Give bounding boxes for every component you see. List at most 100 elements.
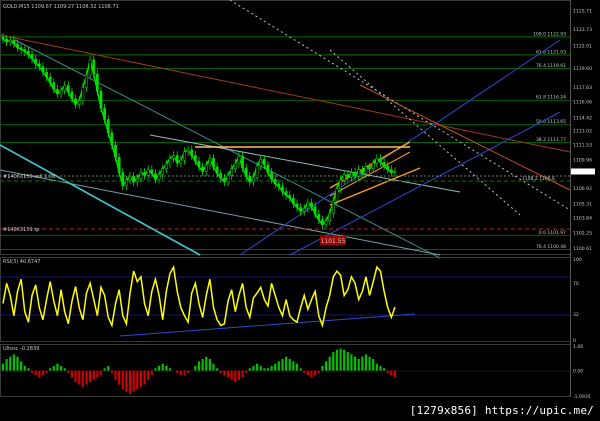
ultosc-axis-tick-label: -1.0935 (573, 394, 591, 400)
candle-body (215, 166, 219, 174)
candle-body (339, 179, 342, 189)
candle-body (70, 91, 74, 99)
candle-body (223, 177, 226, 183)
trendline-dotted-lower[interactable] (329, 49, 521, 216)
candle-body (59, 89, 63, 95)
panel-frames (0, 0, 571, 397)
candle-body (103, 107, 106, 120)
price-axis-tick-label: 1109.96 (573, 157, 592, 163)
order-sell-label: #14063159 sell 1.00 (3, 174, 55, 180)
trading-terminal-window: 100.0 1122.93 61.8 1121.03 76.4 1119.61 61.… (0, 0, 600, 421)
price-axis-tick-label: 1116.06 (573, 100, 592, 106)
rsi-axis: 100 70 32 0 (573, 257, 582, 344)
candle-body (48, 76, 52, 83)
candle-body (353, 172, 357, 177)
candle-body (88, 59, 92, 76)
candle-body (299, 207, 302, 212)
trend-lines[interactable] (0, 0, 571, 259)
candle-body (208, 158, 212, 166)
price-axis-tick-label: 1122.01 (573, 43, 592, 49)
candle-body (321, 219, 324, 225)
candle-body (357, 169, 361, 177)
candle-body (41, 66, 45, 73)
candle-body (237, 156, 241, 164)
price-axis-tick-label: 1105.31 (573, 201, 592, 207)
trendline-red-long[interactable] (0, 34, 571, 153)
price-axis-tick-label: 1113.02 (573, 129, 592, 135)
trendline-blue-rising-2[interactable] (289, 111, 561, 256)
candle-body (121, 172, 125, 187)
channel-orange-mid[interactable] (329, 151, 411, 197)
candle-body (277, 183, 281, 187)
candle-body (212, 158, 215, 168)
rsi-axis-tick-label: 70 (573, 281, 579, 287)
candle-body (92, 59, 96, 75)
candle-body (96, 73, 99, 92)
candle-body (331, 200, 335, 214)
rsi-trendline[interactable] (119, 313, 416, 337)
fib-level-label: 0.0 1101.97 (539, 230, 566, 236)
candle-body (368, 166, 371, 169)
candle-body (128, 176, 132, 181)
candle-body (183, 151, 186, 161)
candle-body (284, 191, 288, 196)
rsi-header: RSI(3) 40.6747 (3, 259, 40, 265)
candle-body (317, 213, 321, 221)
candle-body (1, 36, 5, 40)
candle-body (143, 172, 146, 176)
order-tp-label: #14063159 tp (3, 227, 39, 233)
candle-body (175, 155, 179, 164)
candle-body (306, 202, 310, 209)
price-axis-tick-label: 1103.84 (573, 215, 592, 221)
candle-body (226, 175, 230, 183)
candle-body (364, 166, 368, 174)
trendline-cyan-lower[interactable] (0, 169, 441, 256)
candle-body (248, 176, 252, 183)
candle-body (310, 202, 313, 207)
candle-body (194, 155, 197, 162)
ultosc-axis-tick-label: 1.06 (573, 344, 583, 350)
ultosc-header: Ultosc -0.2839 (3, 346, 39, 352)
price-tag-label: 1101.55 (321, 238, 346, 245)
candle-body (81, 87, 85, 101)
price-axis-tick-label: 1117.63 (573, 85, 592, 91)
candle-body (386, 165, 390, 170)
candle-body (56, 89, 59, 95)
candle-body (30, 54, 34, 60)
candle-body (37, 63, 41, 67)
rsi-axis-tick-label: 0 (573, 338, 576, 344)
candlestick-bars (1, 32, 397, 229)
candle-body (252, 177, 255, 183)
candle-body (288, 194, 292, 199)
candle-body (273, 178, 277, 185)
candle-body (201, 166, 204, 172)
channel-orange-lower[interactable] (329, 167, 421, 206)
chart-canvas[interactable]: 100.0 1122.93 61.8 1121.03 76.4 1119.61 61.… (0, 0, 600, 421)
candle-body (19, 47, 23, 50)
fib-level-label: 61.8 1116.24 (536, 95, 566, 101)
price-axis-tick-label: 1123.73 (573, 27, 592, 33)
rsi-series-line (2, 264, 396, 329)
fib-level-label: 100.0 1122.93 (533, 31, 566, 37)
candle-body (335, 188, 339, 202)
candle-body (63, 85, 67, 91)
fib-level-label: 76.4 1100.48 (536, 244, 566, 250)
price-axis-tick-label: 1114.42 (573, 115, 592, 121)
candle-body (204, 164, 208, 172)
fib-level-label: 61.8 1121.03 (536, 49, 566, 55)
candle-body (106, 119, 110, 134)
fibonacci-levels: 100.0 1122.93 61.8 1121.03 76.4 1119.61 61.… (0, 31, 570, 250)
candle-body (324, 220, 328, 225)
candle-body (117, 157, 121, 173)
candle-body (125, 179, 128, 187)
candle-body (197, 160, 201, 168)
candle-body (12, 39, 16, 45)
rsi-axis-tick-label: 100 (573, 257, 582, 263)
candle-body (157, 174, 161, 180)
main-chart-header: GOLD,M15 1109.67 1109.27 1108.32 1108.71 (3, 4, 119, 10)
candle-body (172, 155, 175, 159)
candle-body (85, 74, 88, 88)
candle-body (266, 164, 270, 173)
candle-body (371, 162, 375, 169)
candle-body (346, 174, 350, 178)
